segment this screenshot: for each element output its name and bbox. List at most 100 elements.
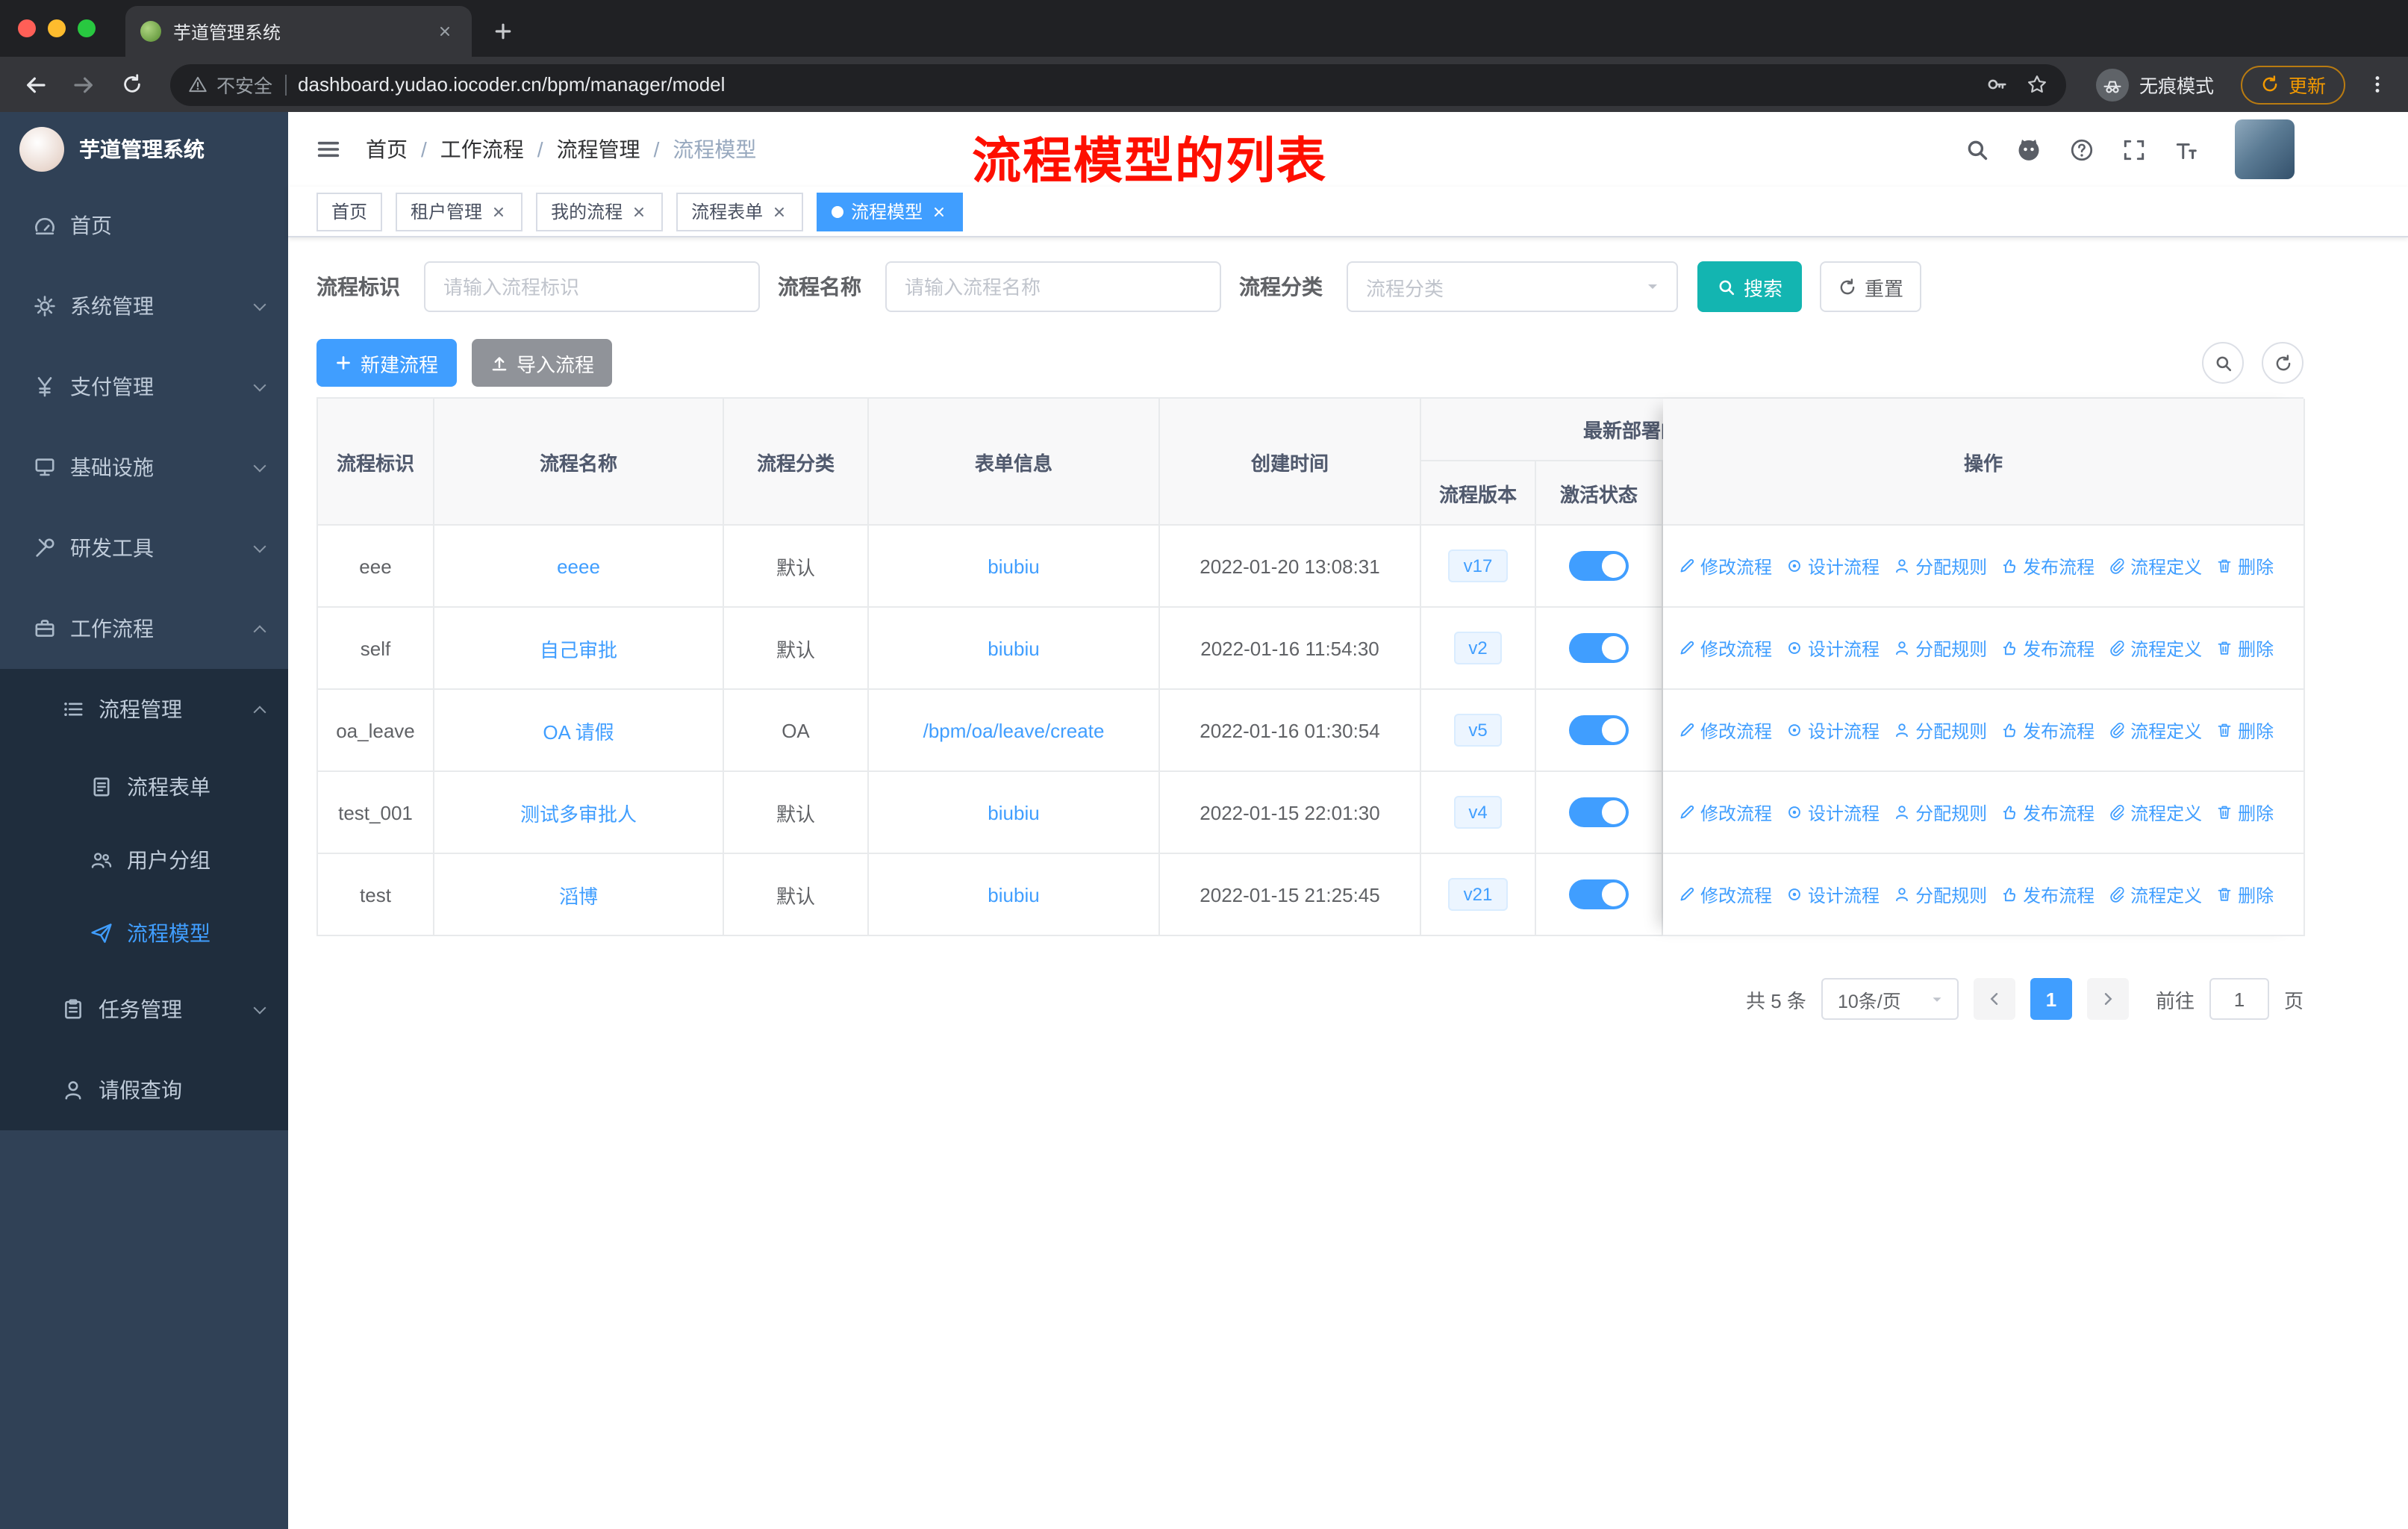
design-process-link[interactable]: 设计流程: [1785, 553, 1880, 579]
sidebar-item-system[interactable]: 系统管理: [0, 266, 288, 346]
sidebar-item-infra[interactable]: 基础设施: [0, 427, 288, 508]
reset-button[interactable]: 重置: [1820, 261, 1921, 312]
tab-close-icon[interactable]: [433, 19, 457, 43]
active-toggle[interactable]: [1569, 633, 1629, 663]
tag-my-process[interactable]: 我的流程: [536, 192, 664, 231]
design-process-link[interactable]: 设计流程: [1785, 800, 1880, 825]
breadcrumb-workflow[interactable]: 工作流程: [440, 134, 557, 164]
publish-process-link[interactable]: 发布流程: [2000, 635, 2094, 661]
sidebar-item-process-form[interactable]: 流程表单: [0, 750, 288, 823]
page-size-select[interactable]: 10条/页: [1821, 978, 1959, 1020]
publish-process-link[interactable]: 发布流程: [2000, 553, 2094, 579]
close-icon[interactable]: [490, 202, 508, 220]
edit-process-link[interactable]: 修改流程: [1678, 882, 1772, 907]
process-definition-link[interactable]: 流程定义: [2108, 717, 2202, 743]
active-toggle[interactable]: [1569, 551, 1629, 581]
sidebar-item-process-model[interactable]: 流程模型: [0, 896, 288, 969]
edit-process-link[interactable]: 修改流程: [1678, 553, 1772, 579]
github-icon[interactable]: [2014, 134, 2044, 164]
process-name-link[interactable]: OA 请假: [543, 716, 614, 744]
browser-menu-button[interactable]: [2360, 63, 2393, 105]
zoom-window-button[interactable]: [78, 19, 96, 37]
next-page-button[interactable]: [2086, 978, 2129, 1020]
process-name-link[interactable]: eeee: [557, 555, 600, 577]
toggle-search-button[interactable]: [2202, 342, 2244, 384]
browser-tab[interactable]: 芋道管理系统: [125, 6, 472, 57]
sidebar-collapse-icon[interactable]: [309, 130, 348, 169]
close-icon[interactable]: [930, 202, 948, 220]
font-size-icon[interactable]: [2171, 134, 2200, 164]
forward-button[interactable]: [63, 63, 105, 105]
version-badge[interactable]: v5: [1453, 714, 1503, 747]
publish-process-link[interactable]: 发布流程: [2000, 882, 2094, 907]
tag-process-form[interactable]: 流程表单: [676, 192, 804, 231]
bookmark-star-icon[interactable]: [2026, 73, 2048, 96]
design-process-link[interactable]: 设计流程: [1785, 635, 1880, 661]
sidebar-item-leave-query[interactable]: 请假查询: [0, 1050, 288, 1130]
version-badge[interactable]: v2: [1453, 632, 1503, 664]
delete-link[interactable]: 删除: [2215, 553, 2274, 579]
process-name-input[interactable]: [885, 261, 1221, 312]
tag-process-model[interactable]: 流程模型: [817, 192, 964, 231]
goto-page-input[interactable]: [2209, 978, 2269, 1020]
process-definition-link[interactable]: 流程定义: [2108, 882, 2202, 907]
fullscreen-icon[interactable]: [2118, 134, 2148, 164]
active-toggle[interactable]: [1569, 715, 1629, 745]
close-window-button[interactable]: [18, 19, 36, 37]
import-process-button[interactable]: 导入流程: [472, 339, 612, 387]
new-tab-button[interactable]: [484, 12, 523, 51]
assign-rule-link[interactable]: 分配规则: [1893, 717, 1987, 743]
form-link[interactable]: biubiu: [988, 637, 1039, 659]
process-key-input[interactable]: [424, 261, 760, 312]
help-icon[interactable]: [2066, 134, 2096, 164]
form-link[interactable]: biubiu: [988, 555, 1039, 577]
process-name-link[interactable]: 测试多审批人: [520, 798, 637, 826]
security-status[interactable]: 不安全: [188, 70, 272, 99]
process-name-link[interactable]: 滔博: [559, 880, 598, 909]
sidebar-item-user-group[interactable]: 用户分组: [0, 823, 288, 896]
form-link[interactable]: /bpm/oa/leave/create: [923, 719, 1105, 741]
sidebar-item-task-mgmt[interactable]: 任务管理: [0, 969, 288, 1050]
publish-process-link[interactable]: 发布流程: [2000, 717, 2094, 743]
form-link[interactable]: biubiu: [988, 801, 1039, 823]
search-button[interactable]: 搜索: [1697, 261, 1802, 312]
create-process-button[interactable]: 新建流程: [316, 339, 457, 387]
sidebar-item-process-mgmt[interactable]: 流程管理: [0, 669, 288, 750]
category-select[interactable]: 流程分类: [1347, 261, 1678, 312]
tag-tenant[interactable]: 租户管理: [396, 192, 523, 231]
delete-link[interactable]: 删除: [2215, 635, 2274, 661]
minimize-window-button[interactable]: [48, 19, 66, 37]
process-name-link[interactable]: 自己审批: [540, 634, 617, 662]
sidebar-item-home[interactable]: 首页: [0, 185, 288, 266]
address-bar[interactable]: 不安全 dashboard.yudao.iocoder.cn/bpm/manag…: [170, 63, 2066, 105]
assign-rule-link[interactable]: 分配规则: [1893, 882, 1987, 907]
design-process-link[interactable]: 设计流程: [1785, 882, 1880, 907]
delete-link[interactable]: 删除: [2215, 800, 2274, 825]
assign-rule-link[interactable]: 分配规则: [1893, 800, 1987, 825]
version-badge[interactable]: v21: [1448, 878, 1508, 911]
delete-link[interactable]: 删除: [2215, 882, 2274, 907]
edit-process-link[interactable]: 修改流程: [1678, 800, 1772, 825]
page-number-button[interactable]: 1: [2030, 978, 2072, 1020]
breadcrumb-home[interactable]: 首页: [366, 134, 440, 164]
reload-button[interactable]: [110, 63, 152, 105]
form-link[interactable]: biubiu: [988, 883, 1039, 906]
breadcrumb-process-mgmt[interactable]: 流程管理: [557, 134, 673, 164]
publish-process-link[interactable]: 发布流程: [2000, 800, 2094, 825]
edit-process-link[interactable]: 修改流程: [1678, 717, 1772, 743]
prev-page-button[interactable]: [1973, 978, 2015, 1020]
sidebar-item-workflow[interactable]: 工作流程: [0, 588, 288, 669]
process-definition-link[interactable]: 流程定义: [2108, 635, 2202, 661]
user-avatar[interactable]: [2235, 119, 2295, 179]
password-key-icon[interactable]: [1986, 73, 2008, 96]
assign-rule-link[interactable]: 分配规则: [1893, 635, 1987, 661]
tag-home[interactable]: 首页: [316, 192, 383, 231]
delete-link[interactable]: 删除: [2215, 717, 2274, 743]
active-toggle[interactable]: [1569, 797, 1629, 827]
process-definition-link[interactable]: 流程定义: [2108, 800, 2202, 825]
version-badge[interactable]: v17: [1448, 549, 1508, 582]
active-toggle[interactable]: [1569, 879, 1629, 909]
back-button[interactable]: [15, 63, 57, 105]
close-icon[interactable]: [630, 202, 648, 220]
close-icon[interactable]: [770, 202, 788, 220]
